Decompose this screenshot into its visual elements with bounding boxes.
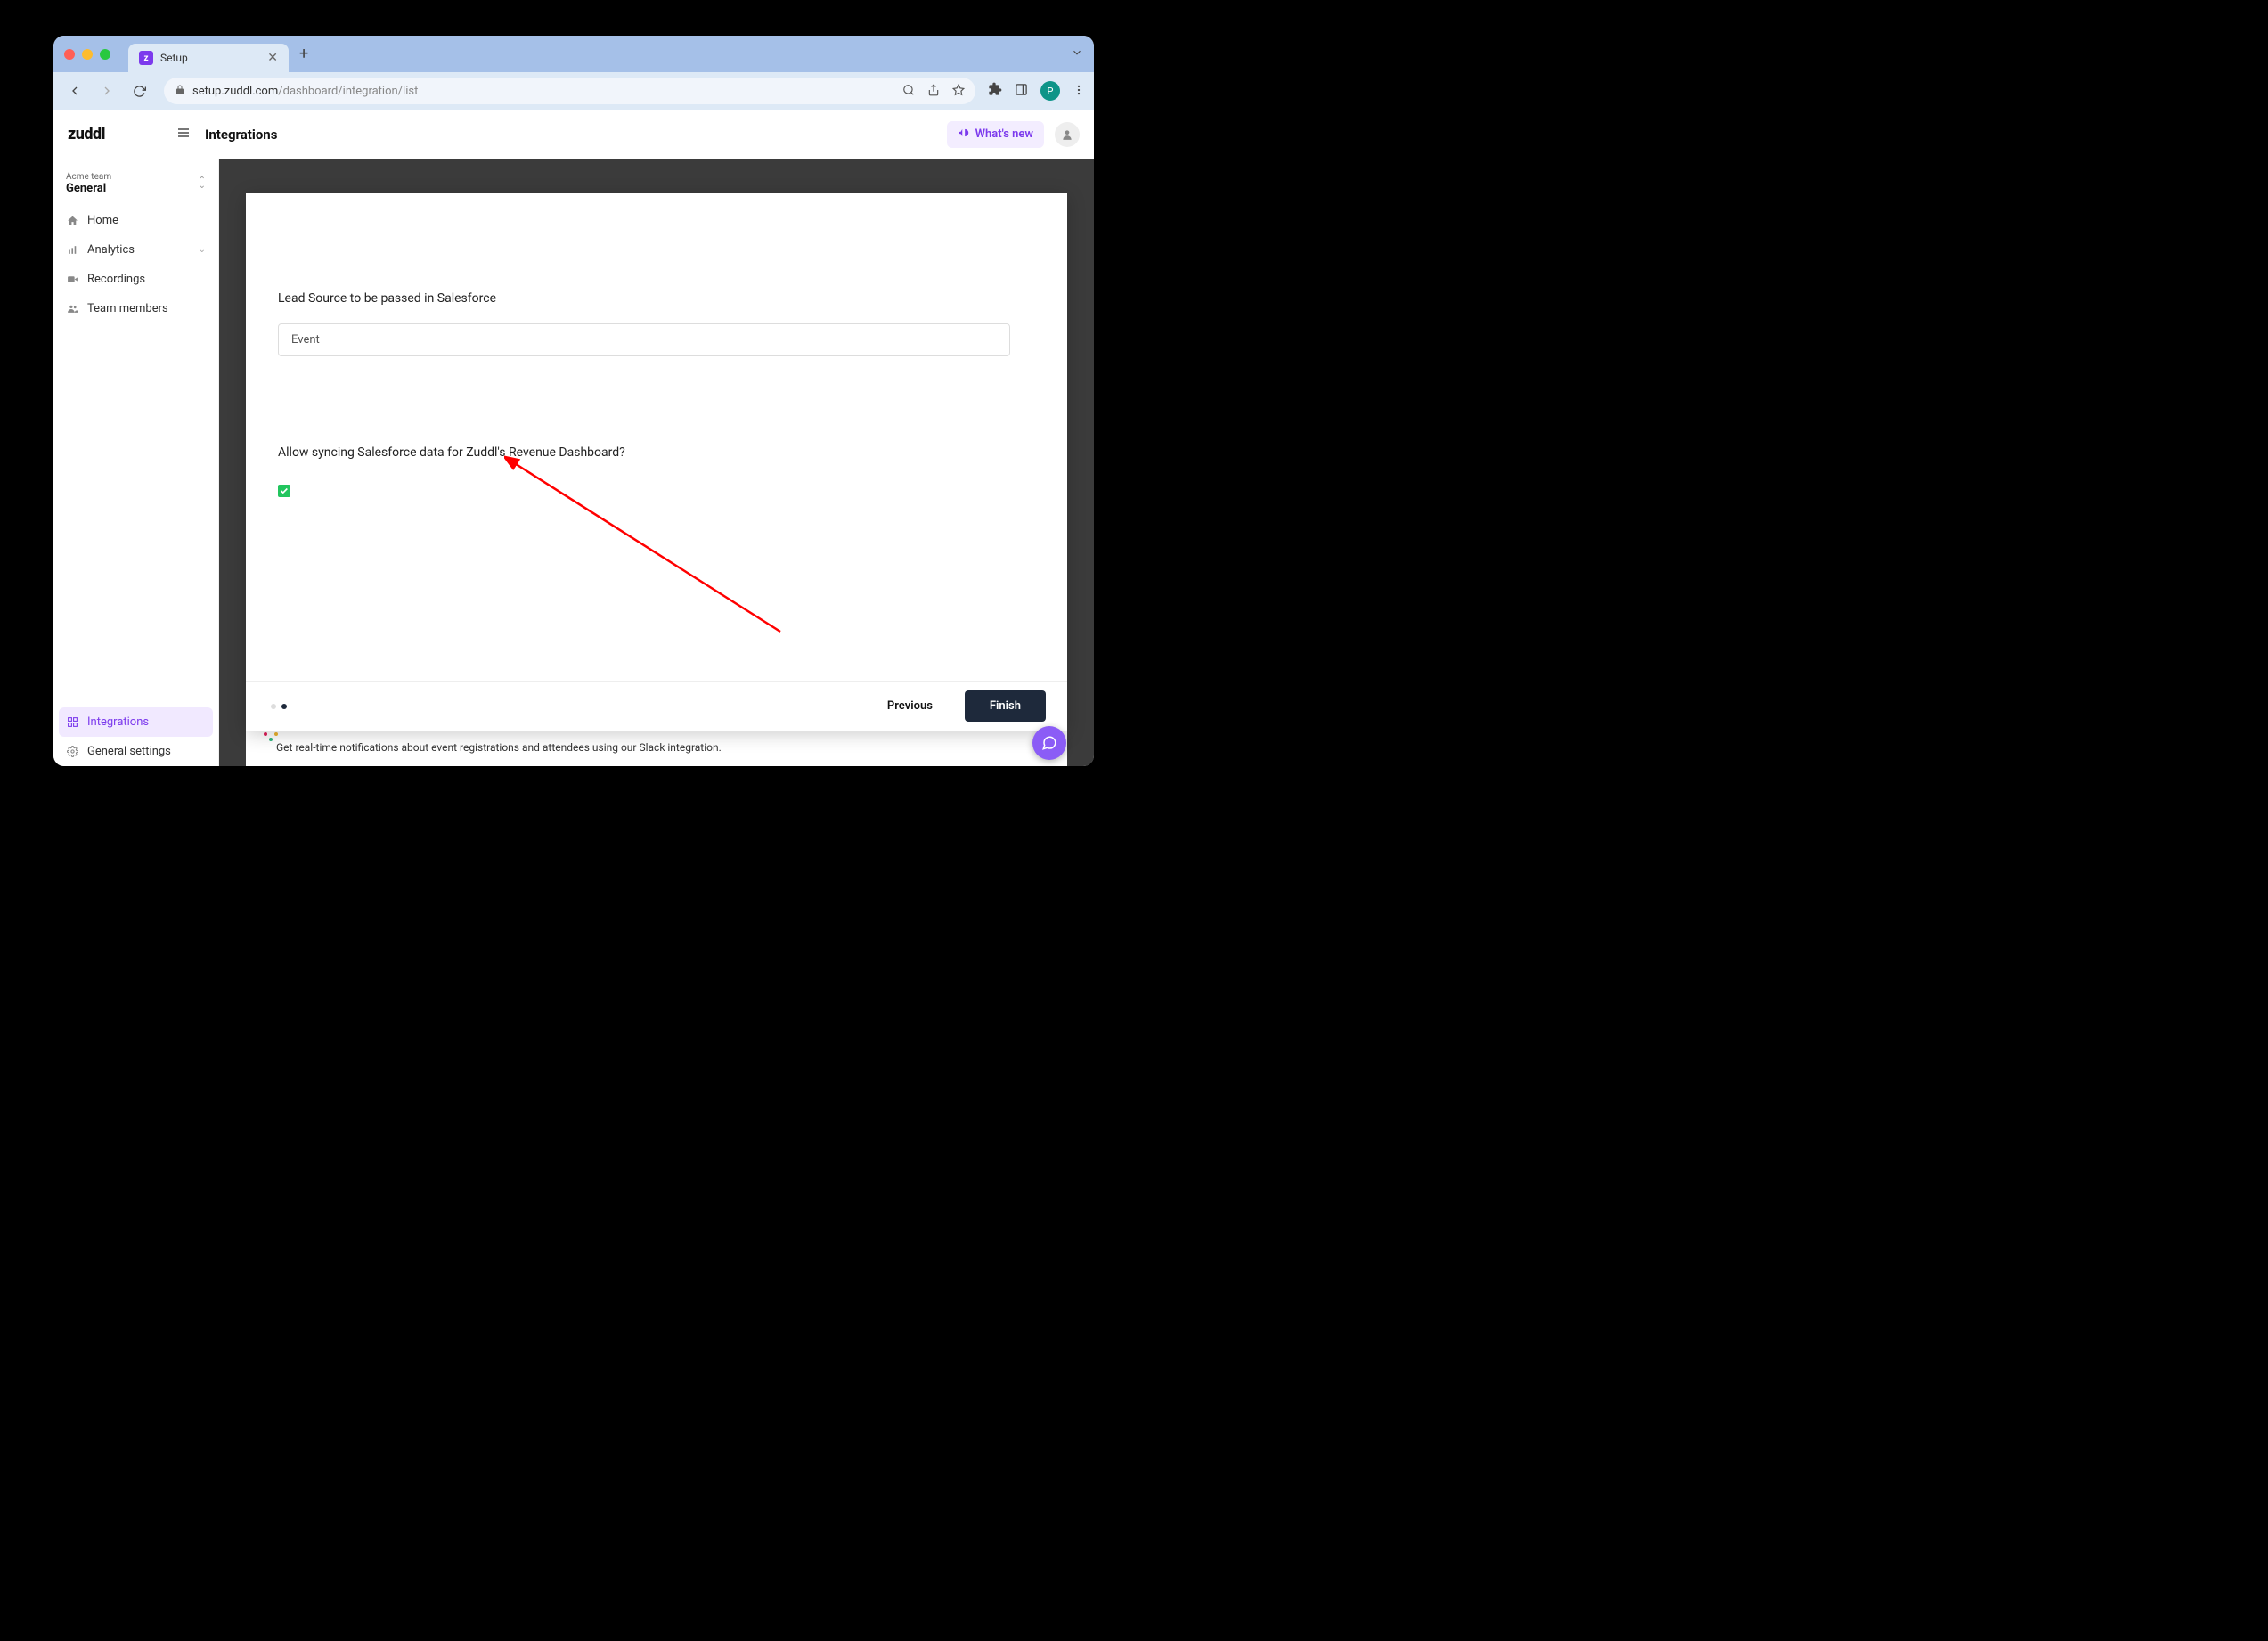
updown-icon: ⌃⌄ <box>199 178 206 189</box>
analytics-icon <box>66 244 78 256</box>
slack-integration-description: Get real-time notifications about event … <box>276 741 1058 754</box>
step-dot-active <box>281 704 287 709</box>
sidepanel-icon[interactable] <box>1015 83 1028 100</box>
home-icon <box>66 215 78 226</box>
sync-checkbox[interactable] <box>278 485 290 497</box>
tabs-dropdown-icon[interactable] <box>1071 45 1083 62</box>
sidebar-item-integrations[interactable]: Integrations <box>59 707 213 737</box>
menu-icon[interactable] <box>1073 83 1085 100</box>
sidebar-item-team-members[interactable]: Team members <box>53 294 218 323</box>
main-content: Get real-time notifications about event … <box>219 159 1094 766</box>
reload-button[interactable] <box>126 78 151 103</box>
whats-new-button[interactable]: What's new <box>947 121 1044 148</box>
new-tab-button[interactable]: + <box>299 45 308 63</box>
modal-footer: Previous Finish <box>246 681 1067 731</box>
forward-button[interactable] <box>94 78 119 103</box>
step-indicator <box>271 704 287 709</box>
tab-favicon-icon: z <box>139 51 153 65</box>
logo: zuddl <box>68 125 105 143</box>
sidebar-item-label: General settings <box>87 745 171 758</box>
lead-source-label: Lead Source to be passed in Salesforce <box>278 291 1035 306</box>
integration-setup-modal: Lead Source to be passed in Salesforce A… <box>246 193 1067 731</box>
video-icon <box>66 274 78 285</box>
finish-button[interactable]: Finish <box>965 690 1046 722</box>
sync-question-label: Allow syncing Salesforce data for Zuddl'… <box>278 445 1035 460</box>
close-tab-icon[interactable]: ✕ <box>267 51 278 65</box>
window-controls <box>64 49 110 60</box>
sidebar-item-label: Team members <box>87 302 168 315</box>
back-button[interactable] <box>62 78 87 103</box>
team-name: General <box>66 182 111 195</box>
profile-avatar[interactable]: P <box>1040 81 1060 101</box>
lead-source-input[interactable] <box>278 323 1010 356</box>
browser-window: z Setup ✕ + setup.zuddl.com/dashboard/in… <box>53 36 1094 766</box>
sidebar-item-general-settings[interactable]: General settings <box>53 737 218 766</box>
sidebar-item-label: Analytics <box>87 243 135 257</box>
sidebar-item-label: Recordings <box>87 273 145 286</box>
previous-button[interactable]: Previous <box>873 692 947 720</box>
users-icon <box>66 303 78 314</box>
page-title: Integrations <box>205 127 277 143</box>
share-icon[interactable] <box>927 83 940 100</box>
extensions-icon[interactable] <box>988 82 1002 100</box>
browser-tab[interactable]: z Setup ✕ <box>128 44 289 72</box>
chevron-down-icon: ⌄ <box>199 245 206 255</box>
toolbar: setup.zuddl.com/dashboard/integration/li… <box>53 72 1094 110</box>
maximize-window-button[interactable] <box>100 49 110 60</box>
titlebar: z Setup ✕ + <box>53 36 1094 72</box>
integrations-icon <box>66 716 78 728</box>
lock-icon <box>175 85 185 98</box>
sidebar-item-label: Home <box>87 214 118 227</box>
minimize-window-button[interactable] <box>82 49 93 60</box>
close-window-button[interactable] <box>64 49 75 60</box>
sidebar-item-label: Integrations <box>87 715 149 729</box>
url-text: setup.zuddl.com/dashboard/integration/li… <box>192 85 418 98</box>
menu-toggle-icon[interactable] <box>176 126 191 143</box>
sidebar-item-recordings[interactable]: Recordings <box>53 265 218 294</box>
zoom-icon[interactable] <box>902 83 915 100</box>
address-bar[interactable]: setup.zuddl.com/dashboard/integration/li… <box>164 78 975 104</box>
step-dot <box>271 704 276 709</box>
sidebar: Acme team General ⌃⌄ Home Analytics ⌄ Re… <box>53 159 219 766</box>
whats-new-label: What's new <box>975 127 1033 141</box>
team-picker[interactable]: Acme team General ⌃⌄ <box>53 167 218 206</box>
sidebar-item-analytics[interactable]: Analytics ⌄ <box>53 235 218 265</box>
bookmark-icon[interactable] <box>952 83 965 100</box>
app-header: zuddl Integrations What's new <box>53 110 1094 159</box>
sidebar-item-home[interactable]: Home <box>53 206 218 235</box>
gear-icon <box>66 746 78 757</box>
tab-title: Setup <box>160 52 260 64</box>
megaphone-icon <box>958 127 970 143</box>
chat-fab[interactable] <box>1032 726 1066 760</box>
user-avatar[interactable] <box>1055 122 1080 147</box>
team-label: Acme team <box>66 172 111 182</box>
